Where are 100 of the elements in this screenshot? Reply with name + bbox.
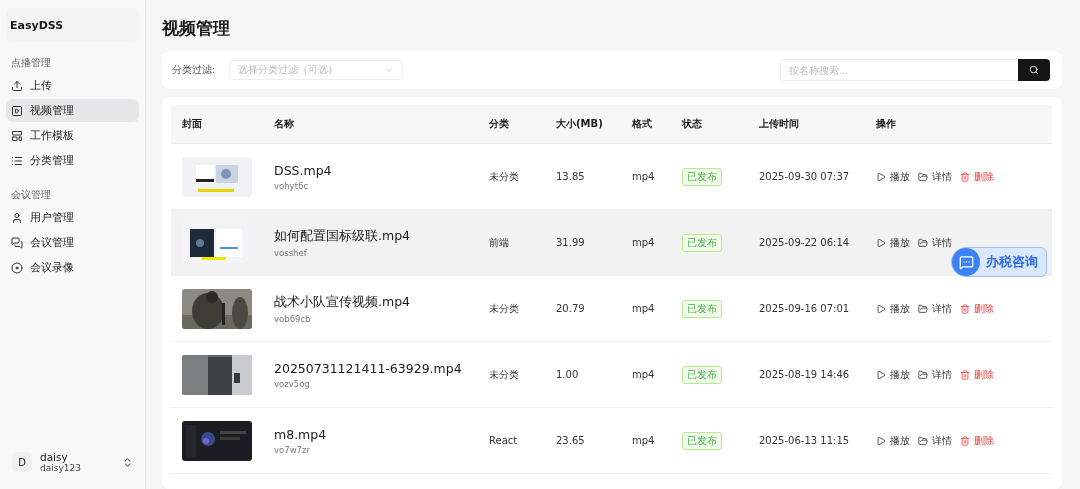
video-name: 20250731121411-63929.mp4	[274, 360, 463, 376]
category-cell-text: 未分类	[489, 367, 520, 382]
status-tag: 已发布	[682, 431, 722, 450]
play-icon	[876, 171, 886, 182]
upload-time: 2025-08-19 14:46	[759, 369, 851, 380]
play-square-icon	[11, 104, 23, 117]
video-id: vozv5og	[274, 378, 311, 389]
folder-icon	[918, 237, 928, 248]
detail-button[interactable]: 详情	[918, 169, 952, 184]
nav-item[interactable]: 会议管理	[6, 231, 139, 254]
list-icon	[11, 154, 23, 167]
category-cell-text: 前端	[489, 235, 510, 250]
play-button[interactable]: 播放	[876, 301, 910, 316]
column-header: 状态	[682, 117, 703, 131]
trash-icon	[960, 369, 970, 380]
size-cell-text: 20.79	[556, 303, 586, 314]
user-name: daisy	[40, 450, 68, 463]
column-header: 名称	[274, 117, 295, 131]
nav-group-title: 会议管理	[11, 188, 52, 202]
play-icon	[876, 435, 886, 446]
brand-name: EasyDSS	[6, 8, 139, 42]
nav-item[interactable]: 视频管理	[6, 99, 139, 122]
user-icon	[11, 211, 23, 224]
upload-icon	[11, 79, 23, 92]
trash-icon	[960, 435, 970, 446]
play-button[interactable]: 播放	[876, 169, 910, 184]
column-header: 上传时间	[759, 117, 800, 131]
format-cell-text: mp4	[632, 369, 656, 380]
user-account: daisy123	[40, 462, 82, 474]
video-name: 如何配置国标级联.mp4	[274, 227, 412, 245]
size-cell-text: 1.00	[556, 369, 580, 380]
video-name: DSS.mp4	[274, 162, 333, 178]
video-id: vosshef	[274, 247, 308, 258]
upload-time: 2025-09-16 07:01	[759, 303, 851, 314]
delete-button[interactable]: 删除	[960, 433, 994, 448]
nav-item[interactable]: 上传	[6, 74, 139, 97]
category-cell-text: 未分类	[489, 169, 520, 184]
status-tag: 已发布	[682, 365, 722, 384]
upload-time: 2025-09-22 06:14	[759, 237, 851, 248]
delete-button[interactable]: 删除	[960, 301, 994, 316]
trash-icon	[960, 171, 970, 182]
column-header: 操作	[876, 117, 897, 131]
user-avatar: D	[12, 452, 32, 472]
nav-item[interactable]: 用户管理	[6, 206, 139, 229]
chat-icon	[11, 236, 23, 249]
disc-icon	[11, 261, 23, 274]
size-cell-text: 31.99	[556, 237, 586, 248]
column-header: 格式	[632, 117, 653, 131]
video-name: m8.mp4	[274, 426, 328, 442]
play-icon	[876, 369, 886, 380]
trash-icon	[960, 303, 970, 314]
search-button[interactable]	[1018, 59, 1050, 81]
format-cell-text: mp4	[632, 303, 656, 314]
detail-button[interactable]: 详情	[918, 367, 952, 382]
category-cell-text: 未分类	[489, 301, 520, 316]
consult-button[interactable]: 办税咨询	[951, 247, 1047, 277]
status-tag: 已发布	[682, 233, 722, 252]
video-id: vohyt6c	[274, 180, 310, 191]
chat-icon	[958, 254, 974, 270]
status-tag: 已发布	[682, 167, 722, 186]
page-title: 视频管理	[162, 17, 231, 37]
folder-icon	[918, 171, 928, 182]
size-cell-text: 13.85	[556, 171, 586, 182]
detail-button[interactable]: 详情	[918, 301, 952, 316]
column-header: 分类	[489, 117, 510, 131]
category-cell-text: React	[489, 435, 519, 446]
video-id: vo7w7zr	[274, 444, 311, 455]
nav-group-title: 点播管理	[11, 56, 52, 70]
folder-icon	[918, 369, 928, 380]
video-id: vob69cb	[274, 313, 312, 324]
chevron-icon	[384, 65, 395, 75]
delete-button[interactable]: 删除	[960, 367, 994, 382]
video-name: 战术小队宣传视频.mp4	[274, 293, 412, 311]
format-cell-text: mp4	[632, 237, 656, 248]
upload-time: 2025-06-13 11:15	[759, 435, 851, 446]
column-header: 封面	[182, 117, 203, 131]
folder-icon	[918, 303, 928, 314]
filter-label: 分类过滤:	[172, 63, 216, 77]
play-icon	[876, 303, 886, 314]
play-button[interactable]: 播放	[876, 235, 910, 250]
search-icon	[1029, 65, 1039, 75]
play-button[interactable]: 播放	[876, 367, 910, 382]
search-field[interactable]: 按名称搜索...	[780, 59, 1018, 81]
play-icon	[876, 237, 886, 248]
column-header: 大小(MB)	[556, 117, 604, 131]
upload-time: 2025-09-30 07:37	[759, 171, 851, 182]
status-tag: 已发布	[682, 299, 722, 318]
play-button[interactable]: 播放	[876, 433, 910, 448]
delete-button[interactable]: 删除	[960, 169, 994, 184]
nav-item[interactable]: 分类管理	[6, 149, 139, 172]
detail-button[interactable]: 详情	[918, 235, 952, 250]
size-cell-text: 23.65	[556, 435, 586, 446]
folder-icon	[918, 435, 928, 446]
format-cell-text: mp4	[632, 435, 656, 446]
nav-item[interactable]: 工作模板	[6, 124, 139, 147]
layout-icon	[11, 129, 23, 142]
chevrons-icon[interactable]	[122, 456, 133, 468]
nav-item[interactable]: 会议录像	[6, 256, 139, 279]
format-cell-text: mp4	[632, 171, 656, 182]
detail-button[interactable]: 详情	[918, 433, 952, 448]
